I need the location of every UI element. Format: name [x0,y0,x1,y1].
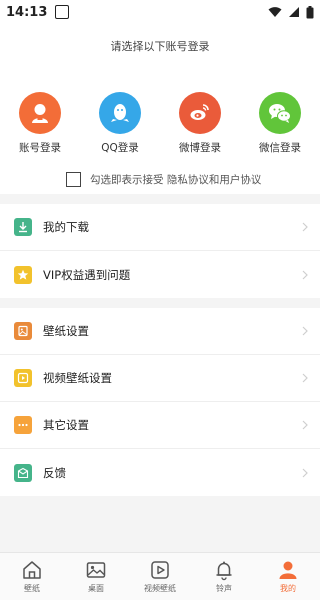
menu-item-other-settings[interactable]: 其它设置 [0,402,320,449]
bell-icon [216,561,232,581]
tab-wallpaper-label: 壁纸 [24,584,40,593]
chevron-right-icon [302,420,308,430]
notification-icon [55,5,70,19]
login-weibo-button[interactable]: 微博登录 [160,92,240,155]
login-weibo-label: 微博登录 [179,142,221,154]
star-icon [14,265,32,284]
qq-icon [99,92,141,134]
chevron-right-icon [302,270,308,279]
login-qq-label: QQ登录 [101,142,139,154]
tab-mine[interactable]: 我的 [256,553,320,600]
login-panel: 请选择以下账号登录 账号登录 QQ登录 微博登录 微信登录 勾选即表示接受 隐私… [0,24,320,194]
account-icon [19,92,61,134]
tab-ringtone[interactable]: 铃声 [192,553,256,600]
tab-wallpaper[interactable]: 壁纸 [0,553,64,600]
bottom-tab-bar: 壁纸 桌面 视频壁纸 铃声 我的 [0,552,320,600]
login-wechat-button[interactable]: 微信登录 [240,92,320,155]
login-wechat-label: 微信登录 [259,142,301,154]
tab-desktop-label: 桌面 [88,584,104,593]
download-icon [14,218,32,236]
login-account-label: 账号登录 [19,142,61,154]
chevron-right-icon [302,222,308,232]
menu-item-downloads-label: 我的下载 [43,220,89,234]
more-icon [14,416,32,434]
home-icon [23,561,41,579]
menu-item-wallpaper-settings[interactable]: 壁纸设置 [0,308,320,355]
menu-item-vip-issue-label: VIP权益遇到问题 [43,267,131,282]
menu-item-other-settings-label: 其它设置 [43,418,89,432]
agreement-checkbox[interactable] [66,172,81,187]
menu-item-wallpaper-settings-label: 壁纸设置 [43,324,89,338]
tab-mine-label: 我的 [280,584,296,593]
video-icon [14,369,32,387]
chevron-right-icon [302,326,308,336]
wifi-icon [268,7,282,17]
login-options: 账号登录 QQ登录 微博登录 微信登录 [0,92,320,155]
agreement-row: 勾选即表示接受 隐私协议和用户协议 [66,172,261,187]
menu-item-downloads[interactable]: 我的下载 [0,204,320,251]
menu-item-video-wallpaper-settings[interactable]: 视频壁纸设置 [0,355,320,402]
menu-group-settings: 壁纸设置 视频壁纸设置 其它设置 反馈 [0,308,320,496]
agreement-text[interactable]: 勾选即表示接受 隐私协议和用户协议 [90,172,261,187]
wallpaper-icon [14,322,32,340]
weibo-icon [179,92,221,134]
login-title: 请选择以下账号登录 [110,40,210,53]
chevron-right-icon [302,373,308,383]
status-bar: 14:13 [0,0,320,24]
status-time: 14:13 [6,4,48,20]
wechat-icon [259,92,301,134]
play-icon [151,561,169,579]
image-icon [86,562,106,578]
menu-item-feedback[interactable]: 反馈 [0,449,320,496]
menu-item-feedback-label: 反馈 [43,465,66,480]
tab-desktop[interactable]: 桌面 [64,553,128,600]
menu-item-vip-issue[interactable]: VIP权益遇到问题 [0,251,320,298]
menu-group-primary: 我的下载 VIP权益遇到问题 [0,204,320,298]
tab-ringtone-label: 铃声 [216,584,232,593]
chevron-right-icon [302,468,308,477]
login-qq-button[interactable]: QQ登录 [80,92,160,155]
menu-item-video-wallpaper-settings-label: 视频壁纸设置 [43,371,112,385]
signal-icon [289,7,299,17]
battery-icon [306,5,314,18]
tab-video-wallpaper-label: 视频壁纸 [144,584,176,593]
login-account-button[interactable]: 账号登录 [0,92,80,155]
feedback-icon [14,463,32,482]
tab-video-wallpaper[interactable]: 视频壁纸 [128,553,192,600]
profile-icon [279,561,297,579]
